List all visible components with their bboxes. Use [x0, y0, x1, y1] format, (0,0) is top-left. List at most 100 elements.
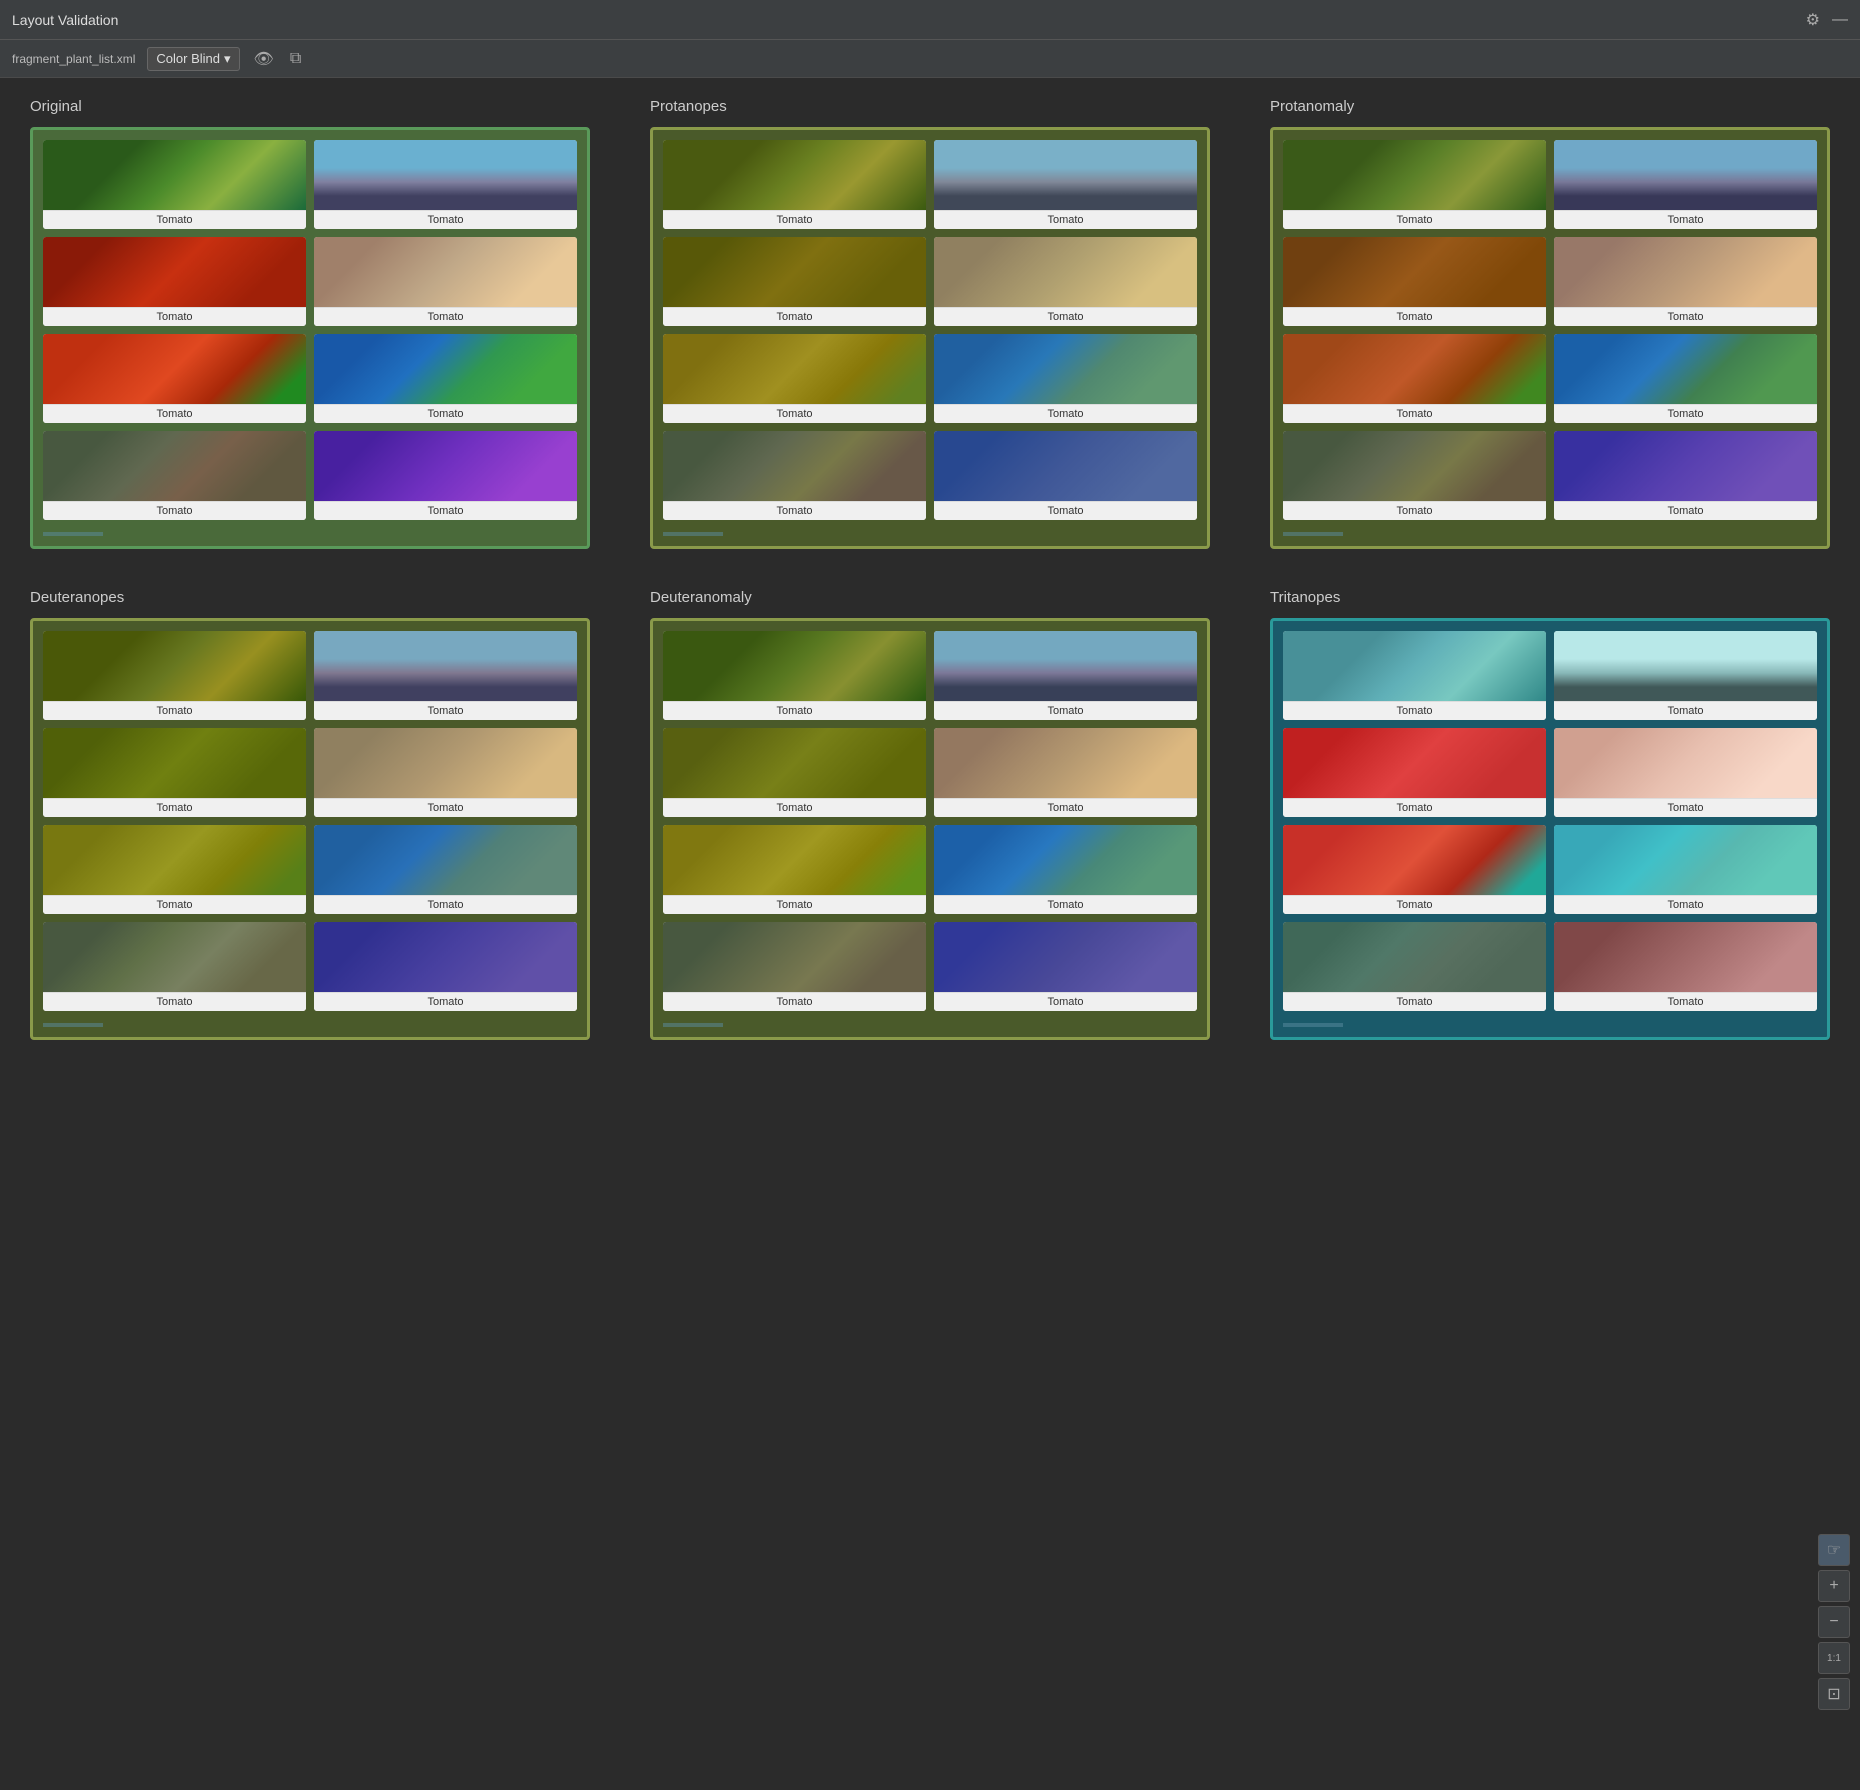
img-placeholder-protanomaly-0-0 — [1283, 140, 1546, 210]
img-label-deuteranopes-0-1: Tomato — [314, 701, 577, 720]
zoom-in-button[interactable]: + — [1818, 1570, 1850, 1602]
img-card-original-0-0: Tomato — [43, 140, 306, 229]
panel-protanopes: Protanopes Tomato Tomato Tomato Tomato Tomato… — [650, 98, 1210, 549]
img-row-tritanopes-3: TomatoTomato — [1283, 922, 1817, 1011]
img-row-protanomaly-0: TomatoTomato — [1283, 140, 1817, 229]
img-card-tritanopes-2-1: Tomato — [1554, 825, 1817, 914]
panel-title-protanopes: Protanopes — [650, 98, 1210, 115]
img-placeholder-protanopes-3-0 — [663, 431, 926, 501]
img-placeholder-protanomaly-2-1 — [1554, 334, 1817, 404]
img-row-deuteranomaly-0: Tomato Tomato — [663, 631, 1197, 720]
eye-icon[interactable]: 👁 — [252, 47, 276, 71]
img-placeholder-protanomaly-0-1 — [1554, 140, 1817, 210]
img-placeholder-protanopes-2-1 — [934, 334, 1197, 404]
img-row-protanopes-2: TomatoTomato — [663, 334, 1197, 423]
img-card-deuteranopes-2-1: Tomato — [314, 825, 577, 914]
img-placeholder-protanomaly-1-1 — [1554, 237, 1817, 307]
img-card-tritanopes-2-0: Tomato — [1283, 825, 1546, 914]
file-name: fragment_plant_list.xml — [12, 52, 135, 66]
img-card-protanomaly-0-1: Tomato — [1554, 140, 1817, 229]
panel-box-tritanopes: TomatoTomatoTomatoTomatoTomatoTomatoToma… — [1270, 618, 1830, 1040]
img-card-deuteranopes-3-0: Tomato — [43, 922, 306, 1011]
img-label-original-2-1: Tomato — [314, 404, 577, 423]
img-label-protanopes-3-1: Tomato — [934, 501, 1197, 520]
img-card-protanopes-0-1: Tomato — [934, 140, 1197, 229]
img-row-protanopes-1: Tomato Tomato — [663, 237, 1197, 326]
img-placeholder-protanopes-1-0 — [663, 237, 926, 307]
img-placeholder-tritanopes-3-0 — [1283, 922, 1546, 992]
img-placeholder-original-0-1 — [314, 140, 577, 210]
img-label-protanopes-1-0: Tomato — [663, 307, 926, 326]
scroll-indicator — [1283, 532, 1343, 536]
zoom-out-icon: − — [1829, 1613, 1838, 1631]
img-placeholder-deuteranopes-0-0 — [43, 631, 306, 701]
panel-box-deuteranomaly: TomatoTomatoTomatoTomatoTomatoTomatoToma… — [650, 618, 1210, 1040]
panel-deuteranomaly: Deuteranomaly Tomato Tomato Tomato Tomato Tom… — [650, 589, 1210, 1040]
title-bar-left: Layout Validation — [12, 12, 118, 28]
img-card-deuteranopes-0-1: Tomato — [314, 631, 577, 720]
img-label-protanopes-1-1: Tomato — [934, 307, 1197, 326]
img-label-tritanopes-2-0: Tomato — [1283, 895, 1546, 914]
img-placeholder-original-1-0 — [43, 237, 306, 307]
one-to-one-button[interactable]: 1:1 — [1818, 1642, 1850, 1674]
img-placeholder-deuteranopes-2-1 — [314, 825, 577, 895]
compare-icon[interactable]: ⧉ — [288, 48, 303, 70]
img-label-deuteranopes-3-1: Tomato — [314, 992, 577, 1011]
img-placeholder-deuteranopes-1-1 — [314, 728, 577, 798]
minimize-icon[interactable]: — — [1832, 11, 1848, 29]
img-placeholder-deuteranomaly-2-0 — [663, 825, 926, 895]
img-placeholder-protanopes-0-1 — [934, 140, 1197, 210]
img-card-protanomaly-3-0: Tomato — [1283, 431, 1546, 520]
img-label-deuteranomaly-2-0: Tomato — [663, 895, 926, 914]
img-row-protanomaly-1: TomatoTomato — [1283, 237, 1817, 326]
img-label-original-0-0: Tomato — [43, 210, 306, 229]
img-card-deuteranomaly-0-1: Tomato — [934, 631, 1197, 720]
scroll-indicator — [663, 1023, 723, 1027]
hand-icon: ☞ — [1827, 1540, 1841, 1560]
right-toolbar: ☞ + − 1:1 ⊡ — [1818, 1534, 1850, 1710]
img-card-protanomaly-3-1: Tomato — [1554, 431, 1817, 520]
img-card-deuteranopes-1-1: Tomato — [314, 728, 577, 817]
img-card-protanopes-3-1: Tomato — [934, 431, 1197, 520]
img-placeholder-original-1-1 — [314, 237, 577, 307]
img-label-tritanopes-3-0: Tomato — [1283, 992, 1546, 1011]
img-label-deuteranomaly-1-1: Tomato — [934, 798, 1197, 817]
img-card-protanomaly-1-0: Tomato — [1283, 237, 1546, 326]
img-label-deuteranopes-2-1: Tomato — [314, 895, 577, 914]
app-title: Layout Validation — [12, 12, 118, 28]
img-label-deuteranopes-3-0: Tomato — [43, 992, 306, 1011]
img-card-tritanopes-0-0: Tomato — [1283, 631, 1546, 720]
fit-screen-button[interactable]: ⊡ — [1818, 1678, 1850, 1710]
img-placeholder-deuteranomaly-1-0 — [663, 728, 926, 798]
zoom-out-button[interactable]: − — [1818, 1606, 1850, 1638]
img-label-original-2-0: Tomato — [43, 404, 306, 423]
img-label-deuteranomaly-1-0: Tomato — [663, 798, 926, 817]
img-placeholder-deuteranomaly-3-1 — [934, 922, 1197, 992]
img-label-original-3-1: Tomato — [314, 501, 577, 520]
img-placeholder-protanomaly-3-1 — [1554, 431, 1817, 501]
img-label-protanopes-2-0: Tomato — [663, 404, 926, 423]
img-card-tritanopes-3-0: Tomato — [1283, 922, 1546, 1011]
img-label-protanomaly-3-1: Tomato — [1554, 501, 1817, 520]
img-placeholder-protanopes-1-1 — [934, 237, 1197, 307]
img-placeholder-protanopes-2-0 — [663, 334, 926, 404]
img-card-deuteranomaly-2-0: Tomato — [663, 825, 926, 914]
img-card-original-3-1: Tomato — [314, 431, 577, 520]
img-row-original-2: Tomato Tomato — [43, 334, 577, 423]
img-label-deuteranopes-0-0: Tomato — [43, 701, 306, 720]
img-label-protanopes-0-0: Tomato — [663, 210, 926, 229]
img-placeholder-protanomaly-3-0 — [1283, 431, 1546, 501]
img-row-deuteranomaly-3: TomatoTomato — [663, 922, 1197, 1011]
settings-icon[interactable]: ⚙ — [1806, 10, 1820, 30]
img-row-original-1: TomatoTomato — [43, 237, 577, 326]
img-card-deuteranopes-3-1: Tomato — [314, 922, 577, 1011]
color-blind-dropdown[interactable]: Color Blind ▾ — [147, 47, 239, 71]
img-row-original-3: TomatoTomato — [43, 431, 577, 520]
img-label-deuteranomaly-0-0: Tomato — [663, 701, 926, 720]
panel-title-deuteranomaly: Deuteranomaly — [650, 589, 1210, 606]
panel-title-protanomaly: Protanomaly — [1270, 98, 1830, 115]
img-placeholder-tritanopes-1-1 — [1554, 728, 1817, 798]
img-card-tritanopes-1-0: Tomato — [1283, 728, 1546, 817]
img-card-protanomaly-2-0: Tomato — [1283, 334, 1546, 423]
hand-tool-button[interactable]: ☞ — [1818, 1534, 1850, 1566]
